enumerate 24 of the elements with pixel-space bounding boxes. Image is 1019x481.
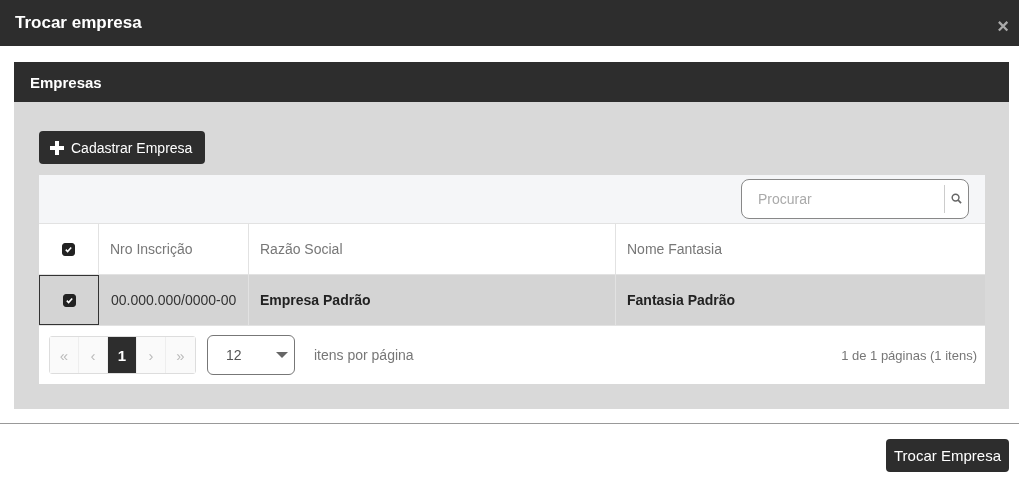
table-cell: Empresa Padrão xyxy=(249,275,616,325)
column-header[interactable]: Nome Fantasia xyxy=(616,224,984,274)
close-button[interactable]: × xyxy=(993,10,1013,42)
table-cell: 00.000.000/0000-00 xyxy=(99,275,249,325)
column-header[interactable]: Nro Inscrição xyxy=(99,224,249,274)
search-icon xyxy=(951,193,962,204)
table-row[interactable]: 00.000.000/0000-00 Empresa Padrão Fantasia Padrão xyxy=(39,275,985,326)
check-icon xyxy=(64,244,73,254)
table-cell-text: Fantasia Padrão xyxy=(626,291,737,310)
add-company-button[interactable]: Cadastrar Empresa xyxy=(39,131,206,164)
caret-icon xyxy=(276,352,288,358)
page-button[interactable]: 1 xyxy=(108,337,137,373)
search-field[interactable]: Procurar xyxy=(741,179,969,219)
page-summary: 1 de 1 páginas (1 itens) xyxy=(841,347,977,363)
plus-icon xyxy=(50,140,64,155)
page-size-dropdown[interactable]: 12 xyxy=(207,335,295,375)
checkbox[interactable] xyxy=(62,242,75,256)
column-header[interactable]: Razão Social xyxy=(249,224,616,274)
dialog-title: Trocar empresa xyxy=(15,13,142,33)
checkbox[interactable] xyxy=(62,293,76,307)
panel-title: Empresas xyxy=(30,73,102,91)
page-size-label: itens por página xyxy=(314,347,415,363)
switch-company-button[interactable]: Trocar Empresa xyxy=(886,439,1009,472)
check-icon xyxy=(64,295,74,305)
